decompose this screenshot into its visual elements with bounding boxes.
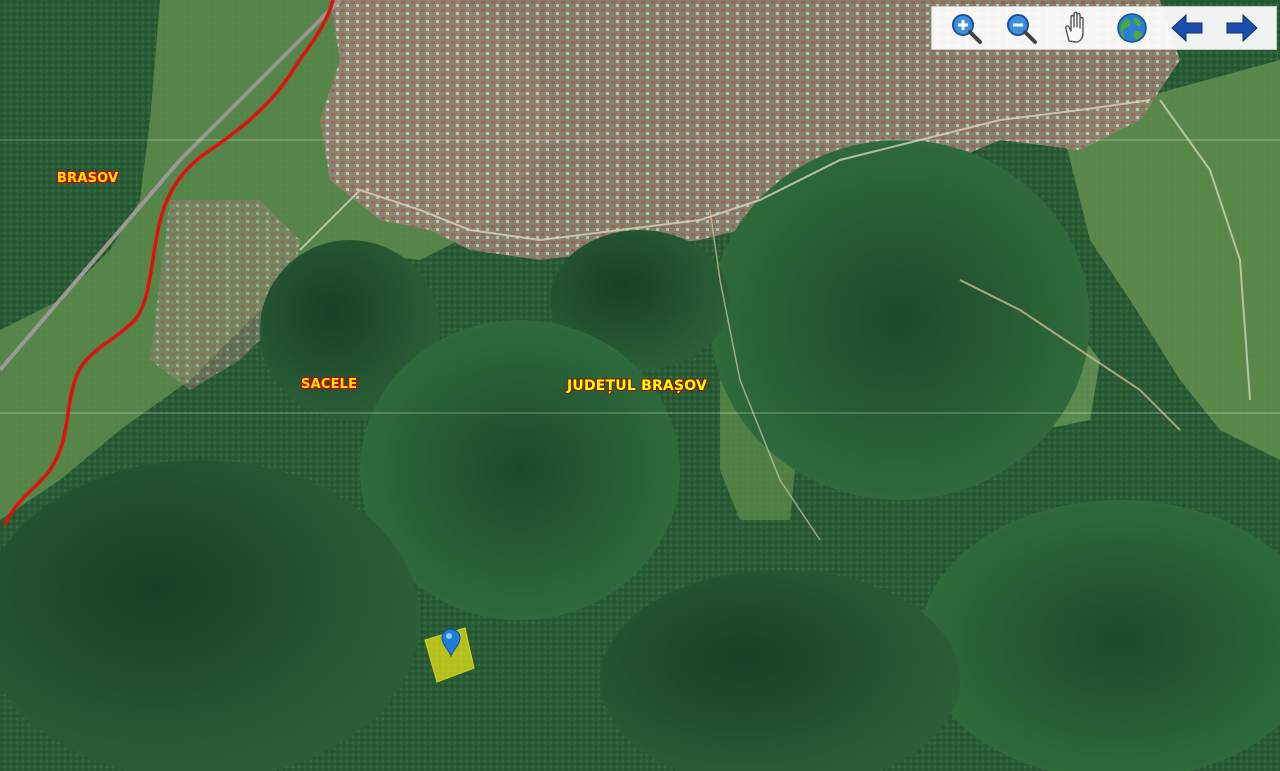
back-button[interactable] xyxy=(1168,9,1206,47)
zoom-out-button[interactable] xyxy=(1002,9,1040,47)
arrow-right-icon xyxy=(1226,13,1259,43)
forward-button[interactable] xyxy=(1223,9,1261,47)
zoom-in-button[interactable] xyxy=(947,9,985,47)
map-label-judet: JUDEȚUL BRAȘOV xyxy=(567,378,708,394)
arrow-left-icon xyxy=(1171,13,1203,43)
zoom-in-icon xyxy=(951,14,982,44)
pan-hand-icon xyxy=(1065,11,1085,43)
map-toolbar xyxy=(931,6,1277,50)
pan-button[interactable] xyxy=(1057,9,1095,47)
map-label-brasov: BRASOV xyxy=(57,171,119,186)
map-label-sacele: SACELE xyxy=(301,377,358,392)
globe-icon xyxy=(1116,13,1147,43)
globe-button[interactable] xyxy=(1113,9,1151,47)
zoom-out-icon xyxy=(1006,14,1037,44)
